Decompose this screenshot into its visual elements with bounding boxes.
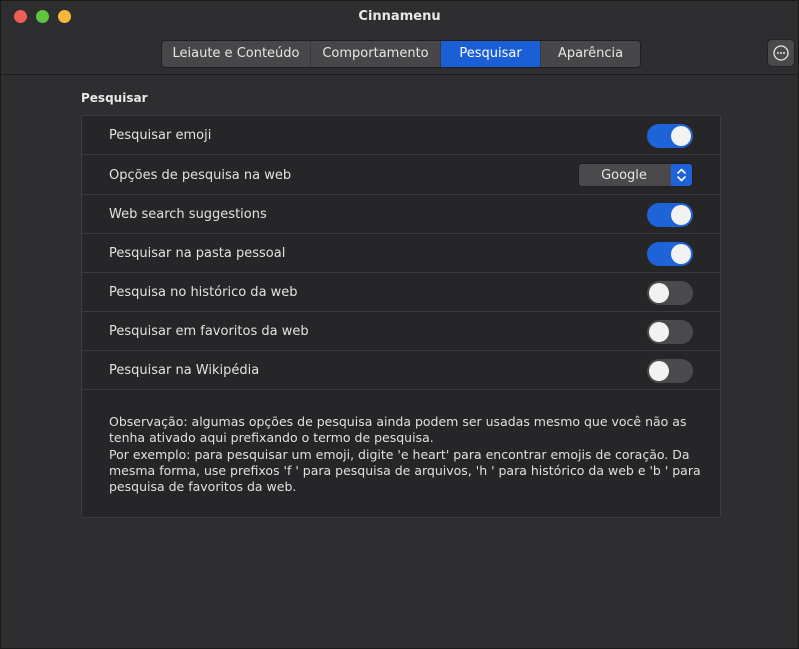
setting-label: Pesquisa no histórico da web: [109, 285, 298, 300]
window-title: Cinnamenu: [358, 9, 441, 24]
note-paragraph-2: Por exemplo: para pesquisar um emoji, di…: [109, 446, 701, 495]
more-horizontal-icon: [773, 45, 789, 61]
toggle-knob: [649, 283, 669, 303]
toggle-knob: [649, 322, 669, 342]
setting-row-web-search-suggestions: Web search suggestions: [82, 195, 720, 234]
setting-row-search-web-bookmarks: Pesquisar em favoritos da web: [82, 312, 720, 351]
select-arrow: [671, 164, 692, 186]
setting-label: Opções de pesquisa na web: [109, 168, 292, 183]
search-settings-panel: Pesquisar emoji Opções de pesquisa na we…: [81, 115, 721, 518]
setting-label: Web search suggestions: [109, 207, 267, 222]
tab-search[interactable]: Pesquisar: [441, 41, 541, 67]
setting-row-web-search-options: Opções de pesquisa na web Google: [82, 155, 720, 195]
web-search-suggestions-toggle[interactable]: [647, 203, 693, 227]
setting-label: Pesquisar na pasta pessoal: [109, 246, 286, 261]
tab-bar: Leiaute e Conteúdo Comportamento Pesquis…: [161, 40, 641, 68]
more-options-button[interactable]: [767, 39, 795, 67]
section-title: Pesquisar: [81, 91, 148, 105]
toggle-knob: [649, 361, 669, 381]
chevron-up-down-icon: [677, 168, 686, 182]
toggle-knob: [671, 205, 691, 225]
search-note: Observação: algumas opções de pesquisa a…: [109, 414, 709, 495]
select-value: Google: [601, 168, 647, 183]
setting-row-search-emoji: Pesquisar emoji: [82, 116, 720, 155]
setting-row-search-wikipedia: Pesquisar na Wikipédia: [82, 351, 720, 390]
toggle-knob: [671, 244, 691, 264]
setting-label: Pesquisar em favoritos da web: [109, 324, 309, 339]
search-home-folder-toggle[interactable]: [647, 242, 693, 266]
search-wikipedia-toggle[interactable]: [647, 359, 693, 383]
tab-layout-content[interactable]: Leiaute e Conteúdo: [162, 41, 311, 67]
title-bar: Cinnamenu Leiaute e Conteúdo Comportamen…: [1, 1, 798, 75]
search-web-history-toggle[interactable]: [647, 281, 693, 305]
search-emoji-toggle[interactable]: [647, 124, 693, 148]
setting-row-search-home-folder: Pesquisar na pasta pessoal: [82, 234, 720, 273]
setting-label: Pesquisar emoji: [109, 128, 212, 143]
tab-behavior[interactable]: Comportamento: [311, 41, 441, 67]
setting-label: Pesquisar na Wikipédia: [109, 363, 260, 378]
search-web-bookmarks-toggle[interactable]: [647, 320, 693, 344]
note-paragraph-1: Observação: algumas opções de pesquisa a…: [109, 414, 687, 446]
tab-appearance[interactable]: Aparência: [541, 41, 640, 67]
toggle-knob: [671, 126, 691, 146]
setting-row-search-web-history: Pesquisa no histórico da web: [82, 273, 720, 312]
settings-window: Cinnamenu Leiaute e Conteúdo Comportamen…: [0, 0, 799, 649]
web-search-engine-select[interactable]: Google: [578, 163, 693, 187]
